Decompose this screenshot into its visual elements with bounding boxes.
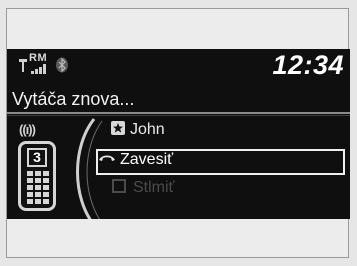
menu-item-contact[interactable]: John [111,118,165,142]
star-contact-icon [111,121,125,135]
keypad-icon [27,171,49,204]
phone-display: RM 12:34 Vytáča znova... ((ı)) 3 John Za… [7,49,350,219]
status-bar: RM 12:34 [7,49,350,87]
hang-up-icon [99,155,115,161]
antenna-icon [19,59,27,72]
phone-icon: 3 [18,141,56,211]
clock: 12:34 [272,50,344,80]
menu-item-label: Zavesiť [120,151,174,168]
call-signal-icon: ((ı)) [19,122,36,137]
header-divider [7,112,350,114]
bluetooth-icon [56,57,68,73]
menu-item-hang-up[interactable]: Zavesiť [98,148,173,172]
screen-title: Vytáča znova... [12,89,135,109]
header-divider-shadow [7,115,350,116]
menu-item-label: John [130,121,165,138]
menu-item-label: Stlmiť [133,179,175,196]
checkbox-icon [112,179,126,193]
signal-strength-icon [31,64,46,74]
menu-item-mute[interactable]: Stlmiť [112,176,175,200]
phone-line-number: 3 [27,148,47,167]
